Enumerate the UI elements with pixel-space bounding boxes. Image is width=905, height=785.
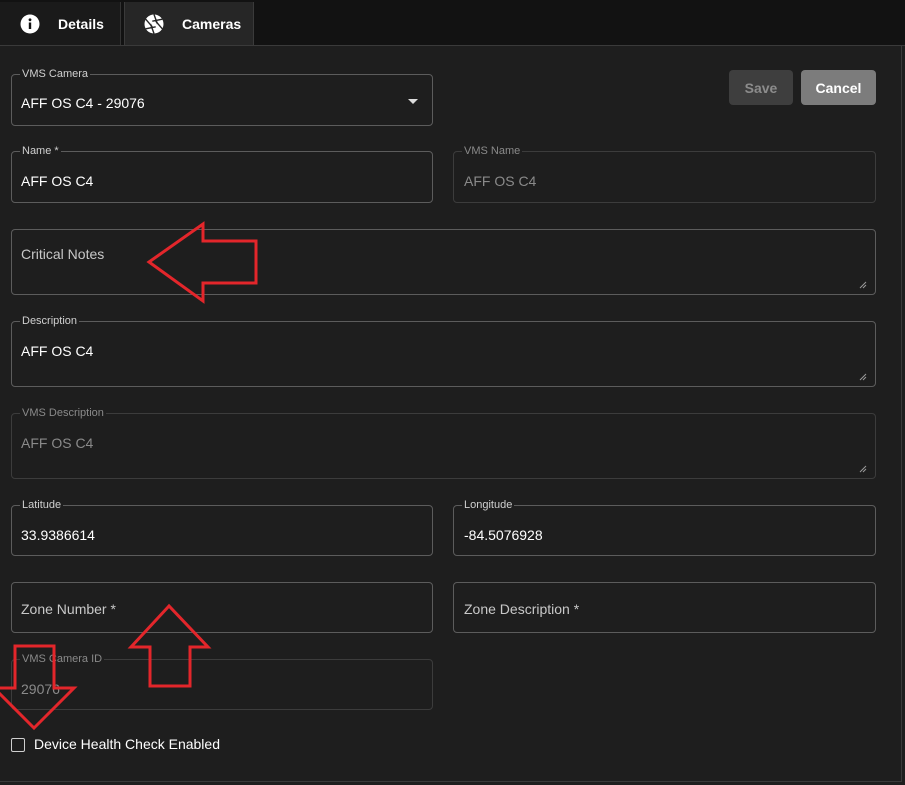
description-field[interactable]: Description AFF OS C4: [11, 314, 876, 387]
aperture-icon: [144, 13, 164, 34]
resize-handle-icon[interactable]: [858, 372, 867, 381]
vms-camera-id-field: VMS Camera ID 29076: [11, 652, 433, 710]
name-label: Name *: [20, 144, 61, 158]
name-field[interactable]: Name * AFF OS C4: [11, 144, 433, 203]
critical-notes-placeholder: Critical Notes: [21, 246, 105, 262]
resize-handle-icon[interactable]: [858, 280, 867, 289]
description-value: AFF OS C4: [21, 343, 94, 359]
vms-description-field: VMS Description AFF OS C4: [11, 406, 876, 479]
zone-number-field[interactable]: Zone Number *: [11, 582, 433, 633]
zone-description-placeholder: Zone Description *: [464, 601, 580, 617]
longitude-label: Longitude: [462, 498, 515, 512]
latitude-field[interactable]: Latitude 33.9386614: [11, 498, 433, 556]
latitude-label: Latitude: [20, 498, 64, 512]
vms-name-label: VMS Name: [462, 144, 523, 158]
vms-name-field: VMS Name AFF OS C4: [453, 144, 876, 203]
device-health-check-checkbox[interactable]: [11, 738, 25, 752]
zone-number-placeholder: Zone Number *: [21, 601, 116, 617]
vms-camera-id-label: VMS Camera ID: [20, 652, 105, 666]
info-icon: [20, 14, 40, 34]
tab-details-label: Details: [58, 15, 104, 32]
name-value: AFF OS C4: [21, 173, 94, 189]
tab-cameras[interactable]: Cameras: [124, 2, 254, 45]
tab-bar: Details Cameras: [0, 0, 905, 46]
device-health-check-label: Device Health Check Enabled: [34, 736, 220, 752]
vms-name-value: AFF OS C4: [464, 173, 537, 189]
vms-camera-value: AFF OS C4 - 29076: [21, 95, 145, 111]
vms-camera-label: VMS Camera: [20, 67, 91, 81]
vms-description-value: AFF OS C4: [21, 435, 94, 451]
critical-notes-field[interactable]: Critical Notes: [11, 229, 876, 295]
vms-description-label: VMS Description: [20, 406, 106, 420]
tab-details[interactable]: Details: [0, 2, 121, 45]
save-button[interactable]: Save: [729, 70, 793, 105]
longitude-value: -84.5076928: [464, 527, 543, 543]
vms-camera-select[interactable]: VMS Camera AFF OS C4 - 29076: [11, 67, 433, 126]
zone-description-field[interactable]: Zone Description *: [453, 582, 876, 633]
cancel-button[interactable]: Cancel: [801, 70, 876, 105]
tab-cameras-label: Cameras: [182, 15, 242, 32]
description-label: Description: [20, 314, 80, 328]
resize-handle-icon: [859, 465, 867, 473]
chevron-down-icon: [408, 99, 418, 104]
longitude-field[interactable]: Longitude -84.5076928: [453, 498, 876, 556]
latitude-value: 33.9386614: [21, 527, 95, 543]
vms-camera-id-value: 29076: [21, 681, 60, 697]
